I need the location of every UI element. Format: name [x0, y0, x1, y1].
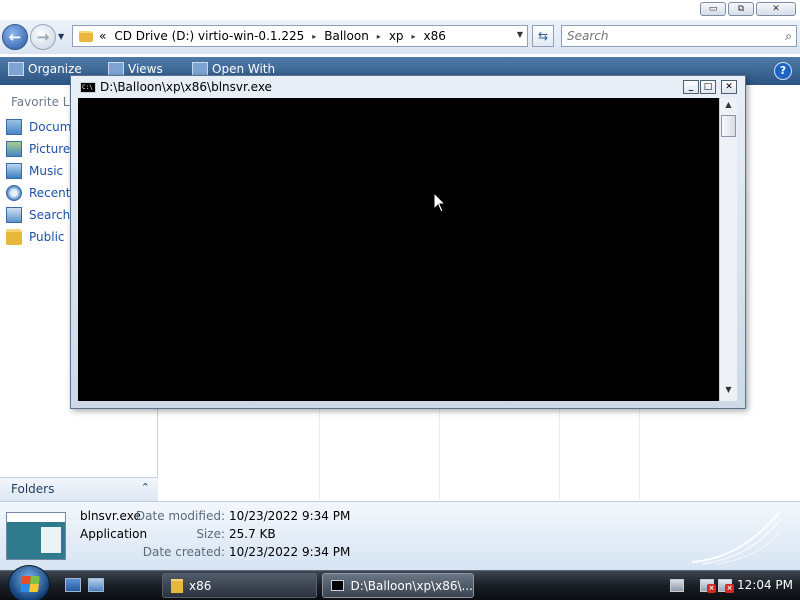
scroll-thumb[interactable]: [721, 115, 736, 137]
console-title: D:\Balloon\xp\x86\blnsvr.exe: [100, 80, 272, 94]
folders-label: Folders: [11, 482, 55, 496]
console-output[interactable]: [78, 98, 719, 401]
breadcrumb-separator-icon[interactable]: ▸: [412, 32, 416, 41]
breadcrumb-xp[interactable]: xp: [389, 29, 404, 43]
views-button[interactable]: Views: [108, 62, 163, 76]
size-value: 25.7 KB: [229, 527, 276, 541]
taskbar-button-label: x86: [189, 578, 212, 593]
scroll-up-icon[interactable]: ▲: [722, 100, 735, 114]
start-button[interactable]: [8, 565, 50, 600]
help-button[interactable]: ?: [774, 62, 792, 80]
organize-label: Organize: [28, 62, 82, 76]
notification-area: × × 12:04 PM: [660, 571, 800, 600]
organize-button[interactable]: Organize: [8, 62, 82, 76]
breadcrumb-separator-icon[interactable]: ▸: [312, 32, 316, 41]
pictures-icon: [6, 141, 22, 157]
search-icon[interactable]: ⌕: [785, 29, 792, 44]
nav-link-label: Public: [29, 230, 65, 244]
maximize-button[interactable]: ⧉: [728, 2, 754, 16]
nav-link-public[interactable]: Public: [6, 229, 65, 245]
searches-icon: [6, 207, 22, 223]
music-icon: [6, 163, 22, 179]
console-close-button[interactable]: ✕: [721, 80, 737, 94]
windows-logo-icon: [20, 576, 40, 592]
date-created-value: 10/23/2022 9:34 PM: [229, 545, 351, 559]
details-pane: blnsvr.exe Application Date modified: 10…: [0, 501, 800, 570]
size-label: Size:: [196, 527, 225, 541]
minimize-button[interactable]: ▭: [700, 2, 726, 16]
open-with-icon: [192, 62, 208, 76]
recent-icon: [6, 185, 22, 201]
console-maximize-button[interactable]: □: [700, 80, 716, 94]
nav-link-music[interactable]: Music: [6, 163, 63, 179]
scroll-down-icon[interactable]: ▼: [722, 385, 735, 399]
switch-windows-icon[interactable]: [88, 578, 104, 592]
breadcrumb-cd-drive[interactable]: CD Drive (D:) virtio-win-0.1.225: [114, 29, 304, 43]
folder-icon: [171, 578, 183, 593]
console-window: C:\ D:\Balloon\xp\x86\blnsvr.exe _ □ ✕ ▲…: [70, 75, 746, 409]
recent-pages-dropdown[interactable]: ▼: [58, 32, 64, 41]
error-x-icon: ×: [725, 584, 734, 593]
breadcrumb-overflow[interactable]: «: [99, 29, 106, 43]
open-with-label: Open With: [212, 62, 276, 76]
network-icon[interactable]: ×: [700, 579, 716, 593]
date-modified-label: Date modified:: [135, 509, 225, 523]
decorative-swoosh: [692, 511, 781, 565]
taskbar: x86 D:\Balloon\xp\x86\... × × 12:04 PM: [0, 565, 800, 600]
folders-toggle-bar[interactable]: Folders ⌃: [0, 477, 158, 501]
search-box[interactable]: ⌕: [561, 25, 797, 47]
nav-link-pictures[interactable]: Pictures: [6, 141, 77, 157]
back-button[interactable]: ←: [2, 24, 28, 50]
console-icon: [331, 580, 345, 591]
forward-button[interactable]: →: [30, 24, 56, 50]
date-modified-value: 10/23/2022 9:34 PM: [229, 509, 351, 523]
address-bar[interactable]: « CD Drive (D:) virtio-win-0.1.225 ▸ Bal…: [72, 25, 528, 47]
breadcrumb-balloon[interactable]: Balloon: [324, 29, 369, 43]
window-caption-buttons: ▭ ⧉ ✕: [700, 2, 796, 16]
taskbar-button-console[interactable]: D:\Balloon\xp\x86\...: [322, 573, 474, 598]
console-scrollbar[interactable]: ▲ ▼: [719, 98, 737, 401]
clock[interactable]: 12:04 PM: [737, 578, 793, 592]
views-icon: [108, 62, 124, 76]
documents-icon: [6, 119, 22, 135]
console-minimize-button[interactable]: _: [683, 80, 699, 94]
file-thumbnail-icon: [6, 512, 66, 560]
close-button[interactable]: ✕: [756, 2, 796, 16]
volume-icon[interactable]: ×: [718, 579, 734, 593]
console-icon: C:\: [80, 82, 96, 93]
views-label: Views: [128, 62, 163, 76]
refresh-button[interactable]: ⇆: [532, 25, 554, 47]
nav-link-label: Music: [29, 164, 64, 178]
folder-icon: [6, 229, 22, 245]
navigation-bar: ← → ▼ « CD Drive (D:) virtio-win-0.1.225…: [0, 20, 800, 54]
show-desktop-icon[interactable]: [65, 578, 81, 592]
organize-icon: [8, 62, 24, 76]
mouse-pointer-icon: [433, 192, 447, 213]
breadcrumb-separator-icon[interactable]: ▸: [377, 32, 381, 41]
folder-icon: [79, 30, 93, 42]
search-input[interactable]: [562, 26, 762, 46]
error-x-icon: ×: [707, 584, 716, 593]
safely-remove-hardware-icon[interactable]: [670, 579, 684, 592]
date-created-label: Date created:: [142, 545, 225, 559]
address-dropdown-icon[interactable]: ▼: [517, 30, 523, 39]
taskbar-button-x86[interactable]: x86: [162, 573, 317, 598]
taskbar-button-label: D:\Balloon\xp\x86\...: [350, 578, 473, 593]
chevron-up-icon[interactable]: ⌃: [141, 481, 150, 494]
breadcrumb-x86[interactable]: x86: [424, 29, 446, 43]
open-with-button[interactable]: Open With: [192, 62, 275, 76]
